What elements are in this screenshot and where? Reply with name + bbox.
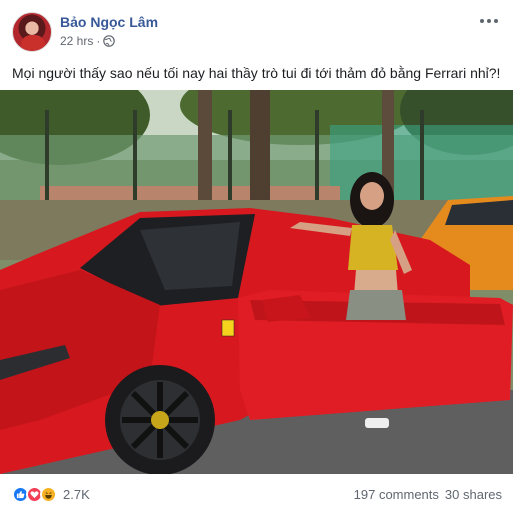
shares-count[interactable]: 30 shares (445, 487, 502, 502)
engagement-stats: 197 comments 30 shares (354, 487, 502, 502)
haha-icon (40, 485, 57, 503)
meta-separator: · (96, 34, 101, 48)
reaction-icons[interactable] (12, 485, 57, 503)
post-time[interactable]: 22 hrs (60, 34, 93, 48)
comments-count[interactable]: 197 comments (354, 487, 439, 502)
avatar[interactable] (12, 12, 52, 52)
facebook-post: Bảo Ngọc Lâm 22 hrs · Mọi người thấy sao… (0, 0, 513, 509)
post-caption: Mọi người thấy sao nếu tối nay hai thầy … (12, 65, 501, 81)
post-photo[interactable] (0, 90, 513, 474)
post-header: Bảo Ngọc Lâm 22 hrs · (12, 12, 502, 54)
ferrari-photo-illustration (0, 90, 513, 474)
post-meta: 22 hrs · (60, 34, 116, 48)
more-options-icon[interactable] (476, 12, 502, 30)
post-footer: 2.7K 197 comments 30 shares (12, 483, 502, 505)
reaction-count[interactable]: 2.7K (63, 487, 90, 502)
author-name[interactable]: Bảo Ngọc Lâm (60, 14, 158, 30)
globe-icon[interactable] (103, 35, 116, 47)
